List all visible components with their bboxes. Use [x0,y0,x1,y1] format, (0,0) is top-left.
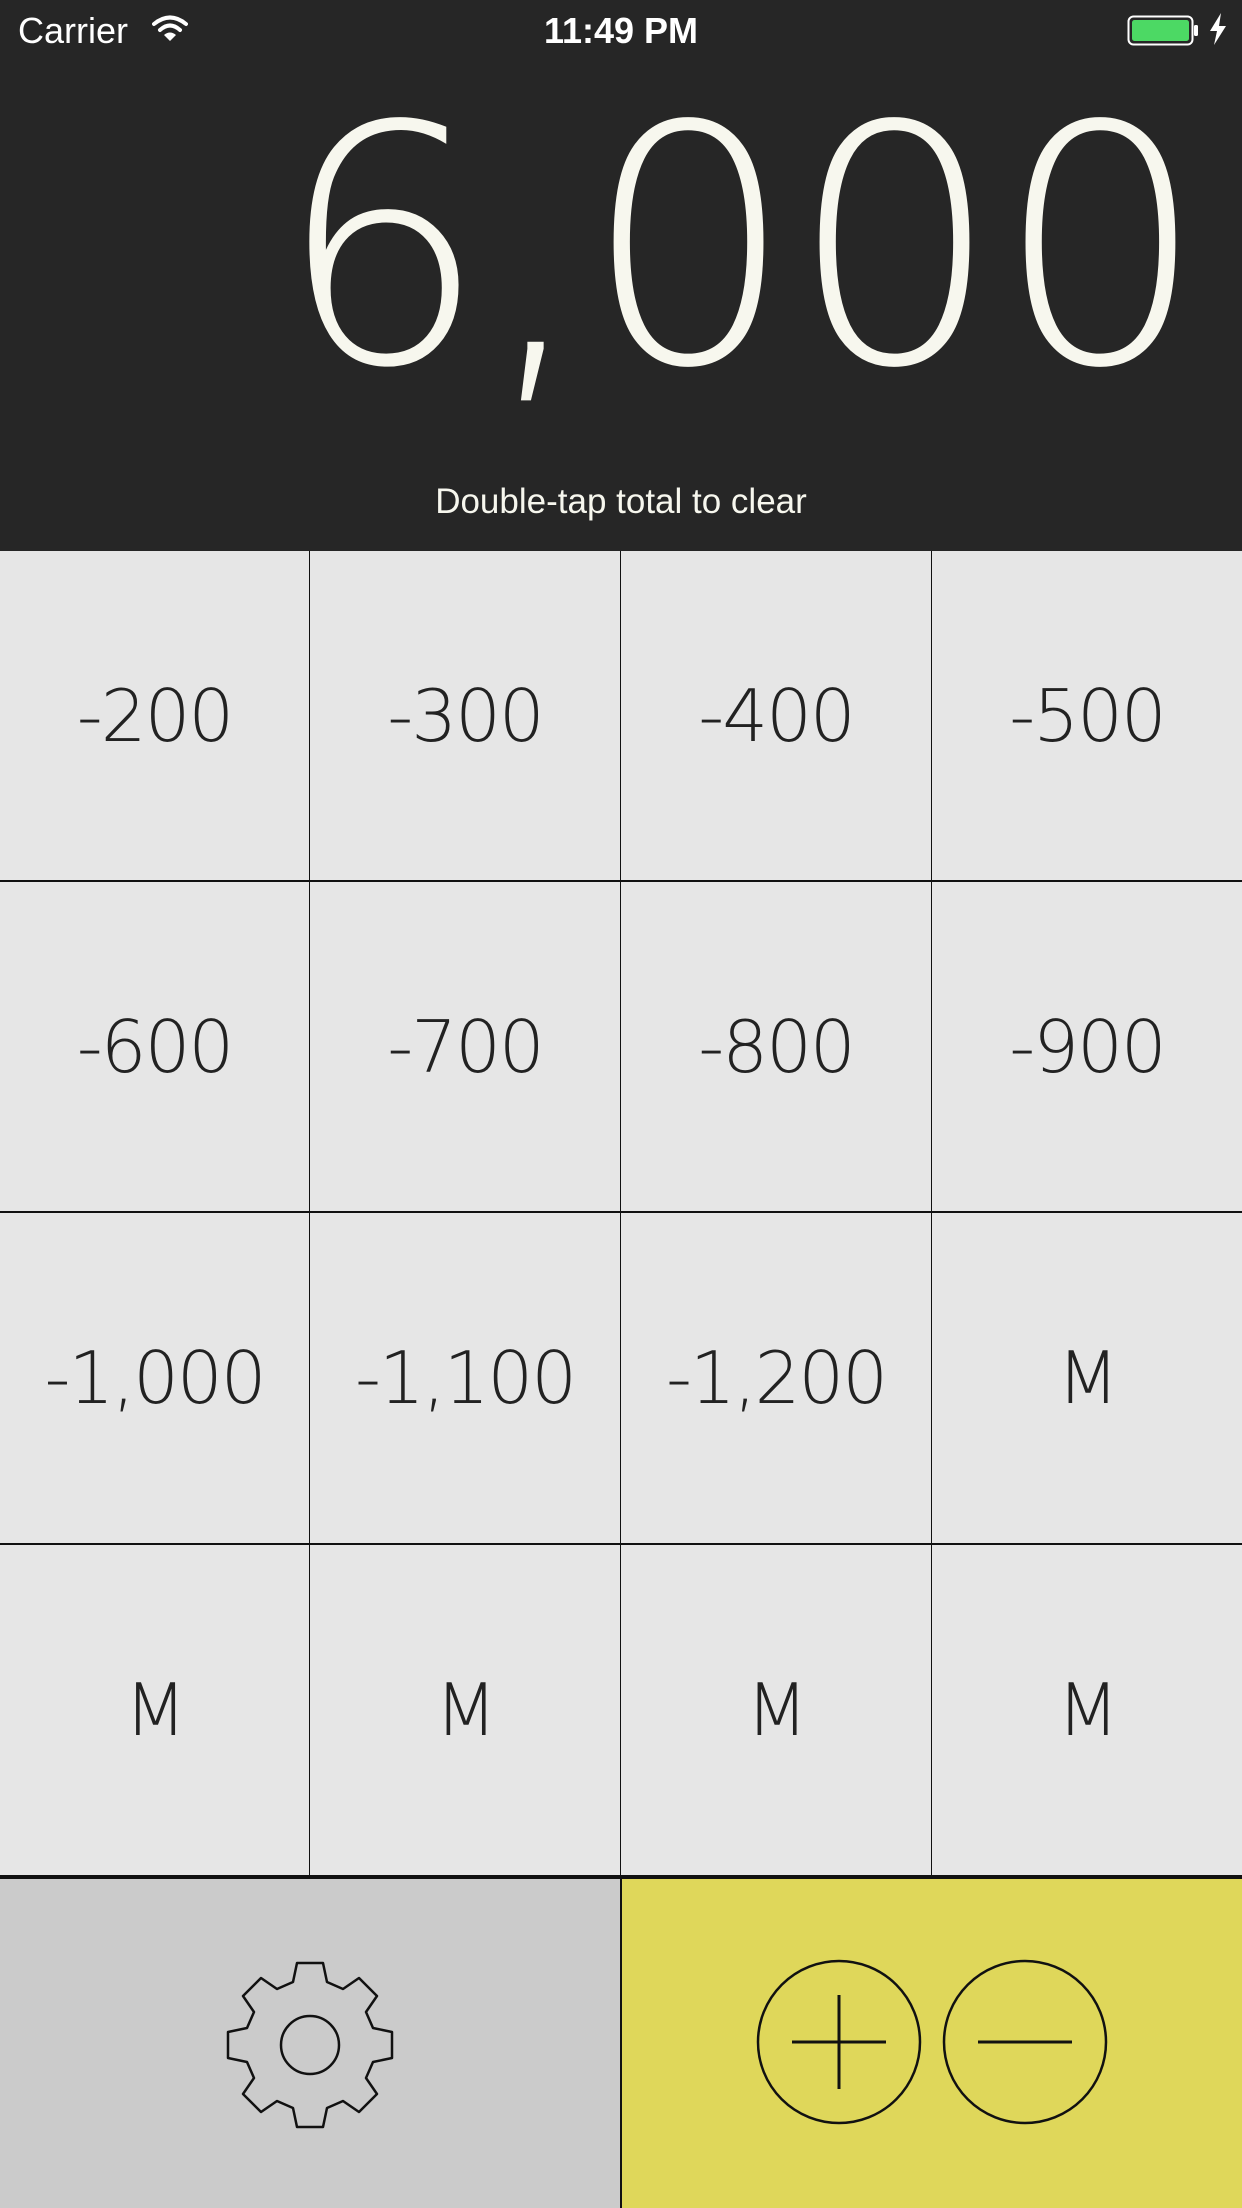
status-time: 11:49 PM [543,10,699,51]
minus-circle-icon[interactable] [942,1959,1108,2125]
key-minus-500[interactable]: -500 [932,551,1242,880]
key-minus-900[interactable]: -900 [932,882,1242,1211]
key-minus-1000[interactable]: -1,000 [0,1213,309,1543]
key-minus-1100[interactable]: -1,100 [310,1213,620,1543]
memory-key-1[interactable]: M [932,1213,1242,1543]
calculator-app: Carrier 11:49 PM 6,000 Double-tap total … [0,0,1242,2208]
gear-icon [226,1961,394,2128]
key-minus-800[interactable]: -800 [621,882,931,1211]
settings-button[interactable] [0,1879,620,2208]
memory-key-3[interactable]: M [310,1545,620,1875]
key-minus-600[interactable]: -600 [0,882,309,1211]
charging-icon [1210,13,1226,45]
battery-icon [1127,15,1198,46]
memory-key-5[interactable]: M [932,1545,1242,1875]
key-minus-300[interactable]: -300 [310,551,620,880]
bottom-bar [0,1877,1242,2208]
key-minus-700[interactable]: -700 [310,882,620,1211]
key-minus-400[interactable]: -400 [621,551,931,880]
plus-circle-icon[interactable] [756,1959,922,2125]
status-bar: Carrier 11:49 PM [0,0,1242,60]
key-minus-200[interactable]: -200 [0,551,309,880]
mode-toggle[interactable] [622,1879,1242,2208]
key-minus-1200[interactable]: -1,200 [621,1213,931,1543]
memory-key-2[interactable]: M [0,1545,309,1875]
display-area: Carrier 11:49 PM 6,000 Double-tap total … [0,0,1242,551]
memory-key-4[interactable]: M [621,1545,931,1875]
key-grid: -200 -300 -400 -500 -600 -700 -800 -900 … [0,551,1242,1877]
clear-hint: Double-tap total to clear [435,482,807,521]
total-display[interactable]: 6,000 [277,83,1206,413]
